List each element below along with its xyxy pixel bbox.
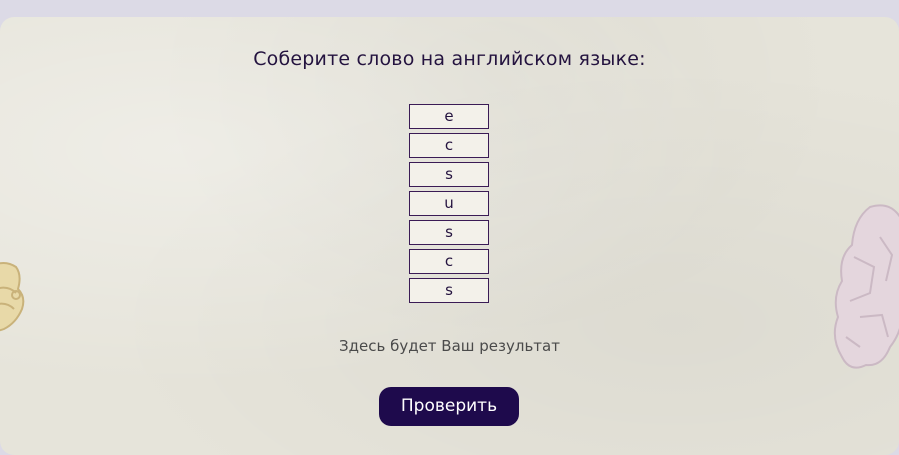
letter-tile[interactable]: s [409,278,489,303]
letter-tile[interactable]: u [409,191,489,216]
result-text: Здесь будет Ваш результат [339,337,560,355]
paper-panel: Соберите слово на английском языке: e c … [0,17,899,455]
letter-tile[interactable]: c [409,133,489,158]
task-prompt: Соберите слово на английском языке: [253,48,646,70]
scroll-illustration-icon [0,249,34,345]
letter-tile[interactable]: c [409,249,489,274]
letter-tile[interactable]: s [409,162,489,187]
letter-tiles: e c s u s c s [409,104,489,307]
letter-tile[interactable]: e [409,104,489,129]
app-frame: Соберите слово на английском языке: e c … [0,0,899,455]
rock-illustration-icon [830,197,899,387]
check-button[interactable]: Проверить [379,387,519,426]
letter-tile[interactable]: s [409,220,489,245]
